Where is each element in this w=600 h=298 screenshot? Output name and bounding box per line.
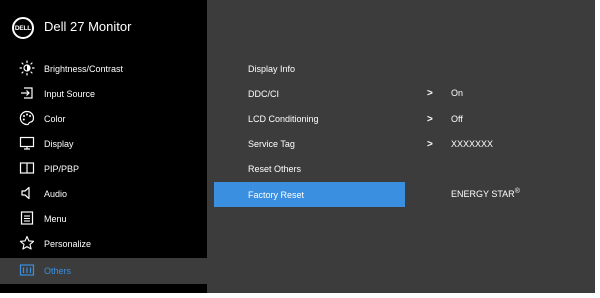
sidebar-item-input-source[interactable]: Input Source bbox=[0, 81, 207, 106]
chevron-right-icon: > bbox=[427, 88, 433, 99]
sidebar-item-label: Audio bbox=[44, 188, 68, 199]
input-source-icon bbox=[21, 87, 33, 99]
service-tag-value: XXXXXXX bbox=[451, 139, 494, 149]
sidebar-item-label: Brightness/Contrast bbox=[44, 63, 124, 74]
chevron-right-icon: > bbox=[427, 139, 433, 150]
osd-header: DELL Dell 27 Monitor bbox=[0, 0, 207, 58]
lcd-conditioning-value: Off bbox=[451, 114, 463, 124]
option-ddc-ci[interactable]: DDC/CI bbox=[214, 81, 405, 106]
menu-icon bbox=[20, 211, 34, 225]
sidebar-item-label: Others bbox=[44, 266, 72, 276]
option-label: Reset Others bbox=[248, 163, 302, 174]
option-label: DDC/CI bbox=[248, 88, 279, 99]
page-title: Dell 27 Monitor bbox=[44, 19, 132, 34]
brightness-icon bbox=[19, 60, 35, 76]
pip-pbp-icon bbox=[19, 162, 35, 174]
sidebar-item-label: PIP/PBP bbox=[44, 163, 80, 174]
option-factory-reset[interactable]: Factory Reset bbox=[214, 182, 405, 207]
sidebar-item-menu[interactable]: Menu bbox=[0, 206, 207, 231]
option-reset-others[interactable]: Reset Others bbox=[214, 156, 405, 181]
option-label: Factory Reset bbox=[248, 189, 305, 200]
option-label: LCD Conditioning bbox=[248, 113, 319, 124]
sidebar-item-label: Input Source bbox=[44, 88, 96, 99]
sidebar-item-personalize[interactable]: Personalize bbox=[0, 231, 207, 256]
sidebar-item-label: Personalize bbox=[44, 238, 92, 249]
dell-logo: DELL bbox=[12, 17, 34, 39]
sidebar-item-others[interactable]: Others bbox=[0, 258, 207, 284]
display-icon bbox=[19, 136, 35, 150]
option-lcd-conditioning[interactable]: LCD Conditioning bbox=[214, 106, 405, 131]
sidebar-item-label: Display bbox=[44, 138, 74, 149]
sidebar: DELL Dell 27 Monitor Brightness/Contrast bbox=[0, 0, 207, 293]
sidebar-item-audio[interactable]: Audio bbox=[0, 181, 207, 206]
sidebar-item-color[interactable]: Color bbox=[0, 106, 207, 131]
sidebar-item-display[interactable]: Display bbox=[0, 131, 207, 156]
chevron-right-icon: > bbox=[427, 114, 433, 125]
option-service-tag[interactable]: Service Tag bbox=[214, 131, 405, 156]
star-icon bbox=[19, 235, 35, 250]
monitor-osd: DELL Dell 27 Monitor Brightness/Contrast bbox=[0, 0, 595, 293]
others-icon bbox=[19, 264, 35, 276]
sidebar-item-brightness-contrast[interactable]: Brightness/Contrast bbox=[0, 56, 207, 81]
speaker-icon bbox=[21, 186, 30, 200]
sidebar-item-label: Menu bbox=[44, 213, 67, 224]
option-display-info[interactable]: Display Info bbox=[214, 56, 405, 81]
energy-star-text: ENERGY STAR bbox=[451, 189, 515, 199]
sidebar-item-label: Color bbox=[44, 113, 66, 124]
color-palette-icon bbox=[19, 110, 35, 126]
ddc-ci-value: On bbox=[451, 88, 464, 98]
option-label: Service Tag bbox=[248, 138, 295, 149]
sidebar-item-pip-pbp[interactable]: PIP/PBP bbox=[0, 156, 207, 181]
registered-mark: ® bbox=[514, 188, 520, 195]
option-label: Display Info bbox=[248, 63, 296, 74]
energy-star-label: ENERGY STAR® bbox=[451, 188, 520, 199]
